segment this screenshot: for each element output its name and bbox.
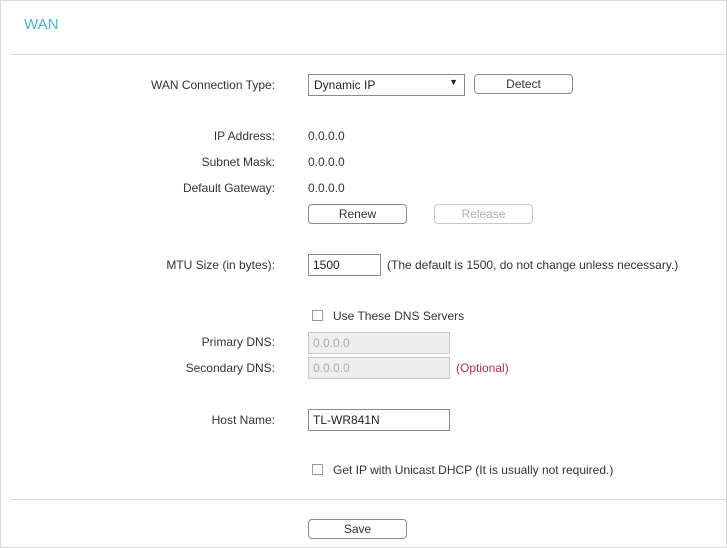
connection-type-select[interactable]: Dynamic IP ▼	[308, 74, 465, 96]
unicast-dhcp-checkbox[interactable]	[312, 464, 323, 475]
subnet-mask-value: 0.0.0.0	[308, 155, 345, 169]
mtu-size-input[interactable]	[308, 254, 381, 276]
host-name-input[interactable]	[308, 409, 450, 431]
renew-button[interactable]: Renew	[308, 204, 407, 224]
primary-dns-input[interactable]	[308, 332, 450, 354]
host-name-label: Host Name:	[211, 413, 275, 427]
mtu-size-label: MTU Size (in bytes):	[166, 258, 275, 272]
mtu-hint: (The default is 1500, do not change unle…	[387, 258, 679, 272]
secondary-dns-input[interactable]	[308, 357, 450, 379]
unicast-dhcp-label: Get IP with Unicast DHCP (It is usually …	[333, 463, 614, 477]
secondary-dns-label: Secondary DNS:	[185, 361, 275, 375]
release-button[interactable]: Release	[434, 204, 533, 224]
default-gateway-label: Default Gateway:	[182, 181, 275, 195]
connection-type-value: Dynamic IP	[314, 78, 376, 92]
use-dns-servers-label: Use These DNS Servers	[333, 309, 465, 323]
footer-divider	[11, 499, 726, 500]
optional-note: (Optional)	[456, 361, 509, 375]
ip-address-label: IP Address:	[213, 129, 275, 143]
caret-down-icon: ▼	[449, 77, 458, 87]
detect-button[interactable]: Detect	[474, 74, 573, 94]
subnet-mask-label: Subnet Mask:	[201, 155, 275, 169]
default-gateway-value: 0.0.0.0	[308, 181, 345, 195]
page-title: WAN	[24, 16, 59, 33]
connection-type-label: WAN Connection Type:	[150, 78, 275, 92]
primary-dns-label: Primary DNS:	[201, 335, 275, 349]
ip-address-value: 0.0.0.0	[308, 129, 345, 143]
use-dns-servers-checkbox[interactable]	[312, 310, 323, 321]
header-divider	[11, 54, 726, 55]
save-button[interactable]: Save	[308, 519, 407, 539]
wan-panel: WAN WAN Connection Type: Dynamic IP ▼ De…	[0, 0, 727, 548]
